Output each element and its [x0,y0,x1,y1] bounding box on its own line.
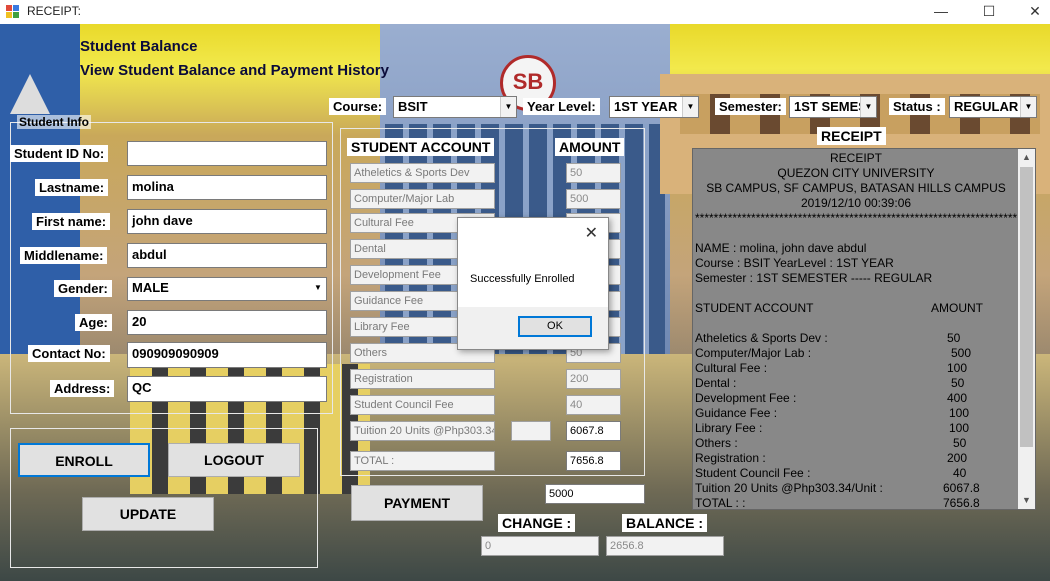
page-subtitle: View Student Balance and Payment History [80,62,389,79]
student-account-header: STUDENT ACCOUNT [347,138,495,156]
window-title: RECEIPT: [27,4,82,18]
scrollbar-thumb[interactable] [1020,167,1033,447]
receipt-item: Others :50 [695,436,967,450]
receipt-item: Dental :50 [695,376,965,390]
logout-button[interactable]: LOGOUT [168,443,300,477]
tuition-units-input[interactable] [511,421,551,441]
receipt-scrollbar[interactable]: ▲ ▼ [1018,149,1035,509]
chevron-down-icon: ▼ [500,97,516,117]
receipt-head-line: SB CAMPUS, SF CAMPUS, BATASAN HILLS CAMP… [706,181,1006,195]
gender-label: Gender: [54,280,112,297]
total-amount: 7656.8 [566,451,621,471]
enroll-button[interactable]: ENROLL [18,443,150,477]
maximize-button[interactable]: ☐ [966,0,1012,24]
receipt-item: Tuition 20 Units @Php303.34/Unit :6067.8 [695,481,980,495]
student-id-label: Student ID No: [10,145,109,162]
receipt-head-line: 2019/12/10 00:39:06 [800,196,912,210]
lastname-input[interactable]: molina [127,175,327,200]
close-window-button[interactable]: ✕ [1012,0,1050,24]
fee-athletics-amount: 50 [566,163,621,183]
page-title: Student Balance [80,38,198,55]
dialog-message: Successfully Enrolled [470,273,575,285]
update-button[interactable]: UPDATE [82,497,214,531]
fee-student-council-amount: 40 [566,395,621,415]
dialog-close-icon[interactable]: ✕ [585,223,598,243]
status-label: Status : [889,98,945,115]
receipt-stars: ****************************************… [695,211,1017,225]
age-label: Age: [75,314,112,331]
receipt-head-line: RECEIPT [829,151,882,165]
fee-registration: Registration [350,369,495,389]
middlename-label: Middlename: [20,247,108,264]
fee-tuition: Tuition 20 Units @Php303.34 [350,421,495,441]
receipt-item: Cultural Fee :100 [695,361,968,375]
scroll-up-icon[interactable]: ▲ [1018,149,1035,166]
receipt-item: TOTAL : :7656.8 [695,496,980,510]
chevron-down-icon: ▼ [682,97,698,117]
course-label: Course: [329,98,387,115]
address-input[interactable]: QC [127,376,327,402]
fee-athletics: Atheletics & Sports Dev [350,163,495,183]
ok-button[interactable]: OK [518,316,592,337]
receipt-course-line: Course : BSIT YearLevel : 1ST YEAR [695,256,894,270]
receipt-textbox[interactable]: RECEIPT QUEZON CITY UNIVERSITY SB CAMPUS… [692,148,1036,510]
year-level-select[interactable]: 1ST YEAR ▼ [609,96,699,118]
chevron-down-icon: ▼ [860,97,876,117]
window-titlebar: RECEIPT: — ☐ ✕ [0,0,1050,24]
change-output: 0 [481,536,599,556]
gender-select[interactable]: MALE ▼ [127,277,327,301]
middlename-input[interactable]: abdul [127,243,327,268]
course-select[interactable]: BSIT ▼ [393,96,517,118]
payment-button[interactable]: PAYMENT [351,485,483,521]
scroll-down-icon[interactable]: ▼ [1018,492,1035,509]
contact-label: Contact No: [28,345,110,362]
fee-registration-amount: 200 [566,369,621,389]
receipt-item: Development Fee :400 [695,391,968,405]
student-id-input[interactable] [127,141,327,166]
chevron-down-icon: ▼ [310,278,326,300]
receipt-item: Computer/Major Lab :500 [695,346,972,360]
total-label: TOTAL : [350,451,495,471]
receipt-semester-line: Semester : 1ST SEMESTER ----- REGULAR [695,271,933,285]
receipt-item: Guidance Fee :100 [695,406,970,420]
firstname-label: First name: [32,213,111,230]
receipt-name-line: NAME : molina, john dave abdul [695,241,867,255]
amount-header: AMOUNT [555,138,625,156]
address-label: Address: [50,380,115,397]
fee-student-council: Student Council Fee [350,395,495,415]
lastname-label: Lastname: [35,179,109,196]
receipt-col-header: STUDENT ACCOUNT AMOUNT [695,301,983,315]
receipt-item: Atheletics & Sports Dev :50 [695,331,961,345]
contact-input[interactable]: 090909090909 [127,342,327,368]
message-dialog: ✕ Successfully Enrolled OK [457,217,609,350]
tuition-amount: 6067.8 [566,421,621,441]
fee-computer-lab: Computer/Major Lab [350,189,495,209]
age-input[interactable]: 20 [127,310,327,335]
fee-computer-lab-amount: 500 [566,189,621,209]
receipt-label: RECEIPT [817,127,886,145]
minimize-button[interactable]: — [918,0,964,24]
status-select[interactable]: REGULAR ▼ [949,96,1037,118]
receipt-item: Registration :200 [695,451,968,465]
balance-output: 2656.8 [606,536,724,556]
receipt-item: Library Fee :100 [695,421,970,435]
balance-label: BALANCE : [622,514,707,532]
payment-input[interactable]: 5000 [545,484,645,504]
firstname-input[interactable]: john dave [127,209,327,234]
semester-label: Semester: [715,98,786,115]
dialog-footer: OK [458,307,608,349]
year-level-label: Year Level: [523,98,600,115]
app-icon [6,5,20,19]
receipt-item: Student Council Fee :40 [695,466,967,480]
student-info-title: Student Info [17,115,91,129]
receipt-head-line: QUEZON CITY UNIVERSITY [777,166,935,180]
semester-select[interactable]: 1ST SEMES ▼ [789,96,877,118]
change-label: CHANGE : [498,514,576,532]
chevron-down-icon: ▼ [1020,97,1036,117]
